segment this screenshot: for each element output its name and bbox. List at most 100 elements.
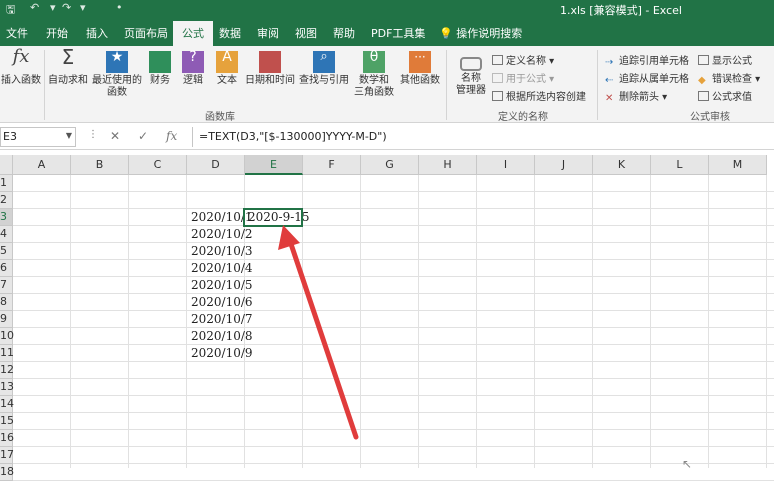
column-header-h[interactable]: H	[419, 155, 477, 175]
select-all-corner[interactable]	[0, 155, 13, 175]
logical-label: 逻辑	[183, 75, 203, 86]
show-formulas-button[interactable]: 显示公式	[698, 52, 752, 67]
magnifier-book-icon: ⌕	[313, 50, 335, 73]
evaluate-formula-button[interactable]: 公式求值	[698, 88, 752, 103]
financial-book-icon	[149, 51, 171, 73]
column-header-g[interactable]: G	[361, 155, 419, 175]
cell-d6[interactable]: 2020/10/4	[189, 260, 253, 277]
cell-d8[interactable]: 2020/10/6	[189, 294, 253, 311]
formula-input[interactable]: =TEXT(D3,"[$-130000]YYYY-M-D")	[192, 127, 772, 147]
column-header-k[interactable]: K	[593, 155, 651, 175]
trace-dependents-button[interactable]: ⇠ 追踪从属单元格	[605, 70, 689, 86]
row-header-15[interactable]: 15	[0, 413, 14, 430]
tab-file[interactable]: 文件	[6, 25, 28, 41]
cell-d10[interactable]: 2020/10/8	[189, 328, 253, 345]
column-header-c[interactable]: C	[129, 155, 187, 175]
row-header-1[interactable]: 1	[0, 175, 13, 192]
autosum-label: 自动求和	[48, 75, 88, 86]
fx-icon[interactable]: fx	[166, 129, 177, 143]
tab-home[interactable]: 开始	[46, 25, 68, 41]
quick-access-more-icon[interactable]: •	[116, 1, 123, 14]
tab-formulas[interactable]: 公式	[173, 21, 213, 46]
tab-help[interactable]: 帮助	[333, 25, 355, 41]
column-header-i[interactable]: I	[477, 155, 535, 175]
chevron-down-icon[interactable]: ▾	[80, 1, 86, 14]
row-header-10[interactable]: 10	[0, 328, 14, 345]
use-in-formula-button[interactable]: 用于公式 ▾	[492, 70, 554, 85]
tab-review[interactable]: 审阅	[257, 25, 279, 41]
tab-pdf-tools[interactable]: PDF工具集	[371, 25, 425, 41]
recently-used-button[interactable]: ★ 最近使用的 函数	[91, 50, 143, 99]
create-from-selection-button[interactable]: 根据所选内容创建	[492, 88, 586, 103]
tab-insert[interactable]: 插入	[86, 25, 108, 41]
lookup-label: 查找与引用	[299, 75, 349, 86]
name-manager-button[interactable]: 名称 管理器	[451, 51, 491, 97]
define-name-button[interactable]: 定义名称 ▾	[492, 52, 554, 67]
row-header-9[interactable]: 9	[0, 311, 13, 328]
row-header-11[interactable]: 11	[0, 345, 14, 362]
row-header-12[interactable]: 12	[0, 362, 14, 379]
column-header-l[interactable]: L	[651, 155, 709, 175]
row-header-3[interactable]: 3	[0, 209, 13, 226]
name-box[interactable]: E3 ▼	[0, 127, 76, 147]
error-check-icon: ◆	[698, 75, 706, 86]
formula-tag-icon	[492, 73, 503, 83]
autosum-button[interactable]: Σ 自动求和	[48, 47, 88, 87]
cursor-icon: ↖	[682, 457, 693, 471]
tag-icon	[492, 55, 503, 65]
error-checking-button[interactable]: ◆ 错误检查 ▾	[698, 70, 760, 86]
tab-view[interactable]: 视图	[295, 25, 317, 41]
title-bar: 🖫 ↶ ▾ ↷ ▾ • 1.xls [兼容模式] - Excel	[0, 0, 774, 18]
recent-label-2: 函数	[107, 87, 127, 98]
financial-button[interactable]: 财务	[146, 51, 174, 87]
undo-icon[interactable]: ↶	[30, 1, 39, 14]
column-header-m[interactable]: M	[709, 155, 767, 175]
row-header-18[interactable]: 18	[0, 464, 14, 481]
worksheet-grid[interactable]: A B C D E F G H I J K L M 1 2 3 4 5 6 7 8 9 10 11 12 13 14 15 16 17 18…	[0, 155, 774, 481]
redo-icon[interactable]: ↷	[62, 1, 71, 14]
lightbulb-icon: 💡	[439, 27, 453, 40]
row-header-6[interactable]: 6	[0, 260, 13, 277]
column-header-j[interactable]: J	[535, 155, 593, 175]
trace-precedents-button[interactable]: ⇢ 追踪引用单元格	[605, 52, 689, 68]
datetime-button[interactable]: 日期和时间	[244, 51, 296, 87]
selected-cell-e3[interactable]	[243, 208, 303, 227]
cell-d9[interactable]: 2020/10/7	[189, 311, 253, 328]
name-manager-label-1: 名称	[461, 73, 481, 84]
text-button[interactable]: A 文本	[213, 50, 241, 87]
logical-button[interactable]: ? 逻辑	[179, 50, 207, 87]
cell-d7[interactable]: 2020/10/5	[189, 277, 253, 294]
tab-data[interactable]: 数据	[219, 25, 241, 41]
chevron-down-icon[interactable]: ▼	[66, 131, 72, 140]
cell-d11[interactable]: 2020/10/9	[189, 345, 253, 362]
tab-page-layout[interactable]: 页面布局	[124, 25, 168, 41]
insert-function-button[interactable]: fx 插入函数	[0, 48, 42, 87]
row-header-14[interactable]: 14	[0, 396, 14, 413]
cancel-icon[interactable]: ✕	[110, 129, 120, 143]
column-header-d[interactable]: D	[187, 155, 245, 175]
financial-label: 财务	[150, 75, 170, 86]
red-annotation-arrow	[278, 225, 359, 440]
row-header-13[interactable]: 13	[0, 379, 14, 396]
row-header-4[interactable]: 4	[0, 226, 13, 243]
row-header-2[interactable]: 2	[0, 192, 13, 209]
remove-arrows-button[interactable]: ✕ 删除箭头 ▾	[605, 88, 667, 104]
row-header-7[interactable]: 7	[0, 277, 13, 294]
cell-d4[interactable]: 2020/10/2	[189, 226, 253, 243]
column-header-a[interactable]: A	[13, 155, 71, 175]
tell-me-search[interactable]: 💡 操作说明搜索	[439, 25, 522, 41]
row-header-17[interactable]: 17	[0, 447, 14, 464]
row-header-5[interactable]: 5	[0, 243, 13, 260]
column-header-b[interactable]: B	[71, 155, 129, 175]
enter-check-icon[interactable]: ✓	[138, 129, 148, 143]
cell-d5[interactable]: 2020/10/3	[189, 243, 253, 260]
row-header-16[interactable]: 16	[0, 430, 14, 447]
more-functions-button[interactable]: ··· 其他函数	[398, 51, 442, 87]
clock-book-icon	[259, 51, 281, 73]
chevron-down-icon[interactable]: ▾	[50, 1, 56, 14]
column-header-e[interactable]: E	[245, 155, 303, 175]
lookup-button[interactable]: ⌕ 查找与引用	[298, 50, 350, 87]
math-trig-button[interactable]: θ 数学和 三角函数	[352, 50, 396, 99]
column-header-f[interactable]: F	[303, 155, 361, 175]
row-header-8[interactable]: 8	[0, 294, 13, 311]
